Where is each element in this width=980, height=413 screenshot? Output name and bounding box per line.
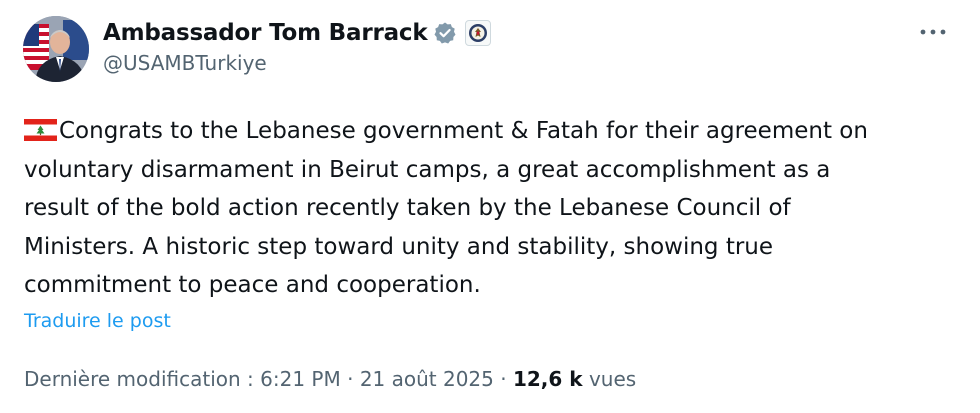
tweet-card: Ambassador Tom Barrack @USAMBTurkiye Con… [0, 0, 980, 413]
author-handle[interactable]: @USAMBTurkiye [103, 51, 267, 75]
author-name-row: Ambassador Tom Barrack [103, 17, 492, 49]
post-date[interactable]: 21 août 2025 [360, 367, 494, 391]
author-display-name[interactable]: Ambassador Tom Barrack [103, 20, 428, 46]
post-line-text: Congrats to the Lebanese government & Fa… [59, 118, 868, 144]
views-count: 12,6 k [512, 367, 583, 391]
views-label: vues [588, 367, 637, 391]
more-options-icon[interactable] [917, 22, 949, 42]
post-text: Congrats to the Lebanese government & Fa… [24, 112, 959, 305]
post-line: Ministers. A historic step toward unity … [24, 233, 774, 260]
edited-timestamp[interactable]: Dernière modification : 6:21 PM [24, 367, 341, 391]
lebanon-flag-icon [24, 115, 57, 141]
verified-badge-icon[interactable] [433, 21, 457, 45]
us-state-department-seal-icon[interactable] [465, 20, 492, 46]
avatar[interactable] [23, 16, 89, 82]
post-metadata: Dernière modification : 6:21 PM · 21 aoû… [24, 367, 636, 391]
separator: · [500, 367, 507, 391]
post-line: voluntary disarmament in Beirut camps, a… [24, 156, 831, 183]
post-line: result of the bold action recently taken… [24, 195, 791, 221]
separator: · [347, 367, 354, 391]
post-line: commitment to peace and cooperation. [24, 272, 481, 298]
post-line: Congrats to the Lebanese government & Fa… [24, 112, 959, 151]
translate-post-link[interactable]: Traduire le post [24, 310, 171, 332]
